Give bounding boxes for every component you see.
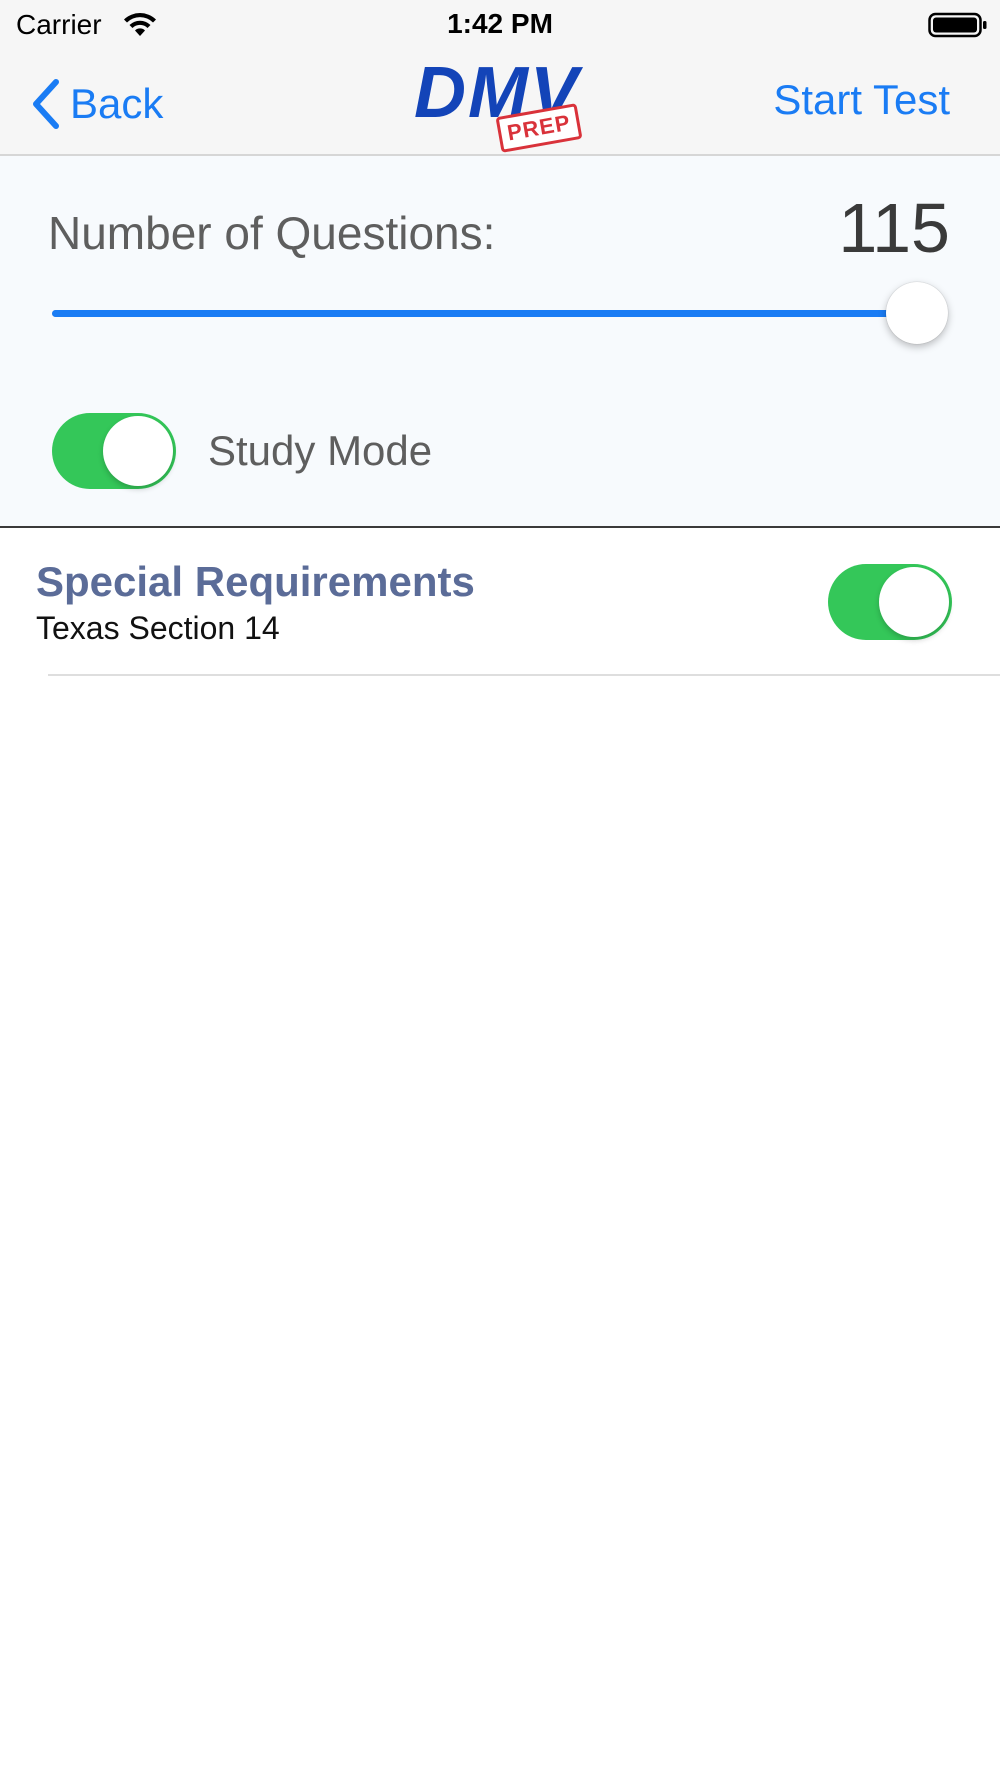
- row-divider: [48, 674, 1000, 676]
- number-of-questions-label: Number of Questions:: [48, 207, 496, 259]
- list-item[interactable]: Special Requirements Texas Section 14: [0, 528, 1000, 676]
- study-mode-toggle[interactable]: [52, 413, 176, 489]
- section-toggle[interactable]: [828, 564, 952, 640]
- start-test-button[interactable]: Start Test: [773, 76, 950, 124]
- section-title: Special Requirements: [36, 558, 475, 605]
- status-bar: Carrier 1:42 PM: [0, 0, 1000, 52]
- back-label: Back: [70, 80, 164, 127]
- status-time: 1:42 PM: [447, 8, 553, 39]
- slider-fill: [52, 310, 917, 317]
- battery-icon: [928, 12, 987, 38]
- chevron-left-icon: [33, 79, 59, 129]
- section-subtitle: Texas Section 14: [36, 610, 280, 646]
- study-mode-label: Study Mode: [208, 427, 433, 474]
- navigation-bar: Back DMV PREP Start Test: [0, 52, 1000, 156]
- dmv-prep-logo: DMV PREP: [410, 52, 590, 153]
- toggle-knob: [879, 567, 949, 637]
- toggle-knob: [103, 416, 173, 486]
- test-settings-panel: Number of Questions: 115 Study Mode: [0, 156, 1000, 528]
- screen: Carrier 1:42 PM Back DMV PREP Start Test…: [0, 0, 1000, 1778]
- slider-thumb[interactable]: [886, 282, 948, 344]
- question-count-slider[interactable]: [52, 278, 948, 348]
- back-button[interactable]: Back: [28, 74, 163, 134]
- study-mode-row: Study Mode: [52, 412, 432, 490]
- number-of-questions-value: 115: [838, 189, 950, 267]
